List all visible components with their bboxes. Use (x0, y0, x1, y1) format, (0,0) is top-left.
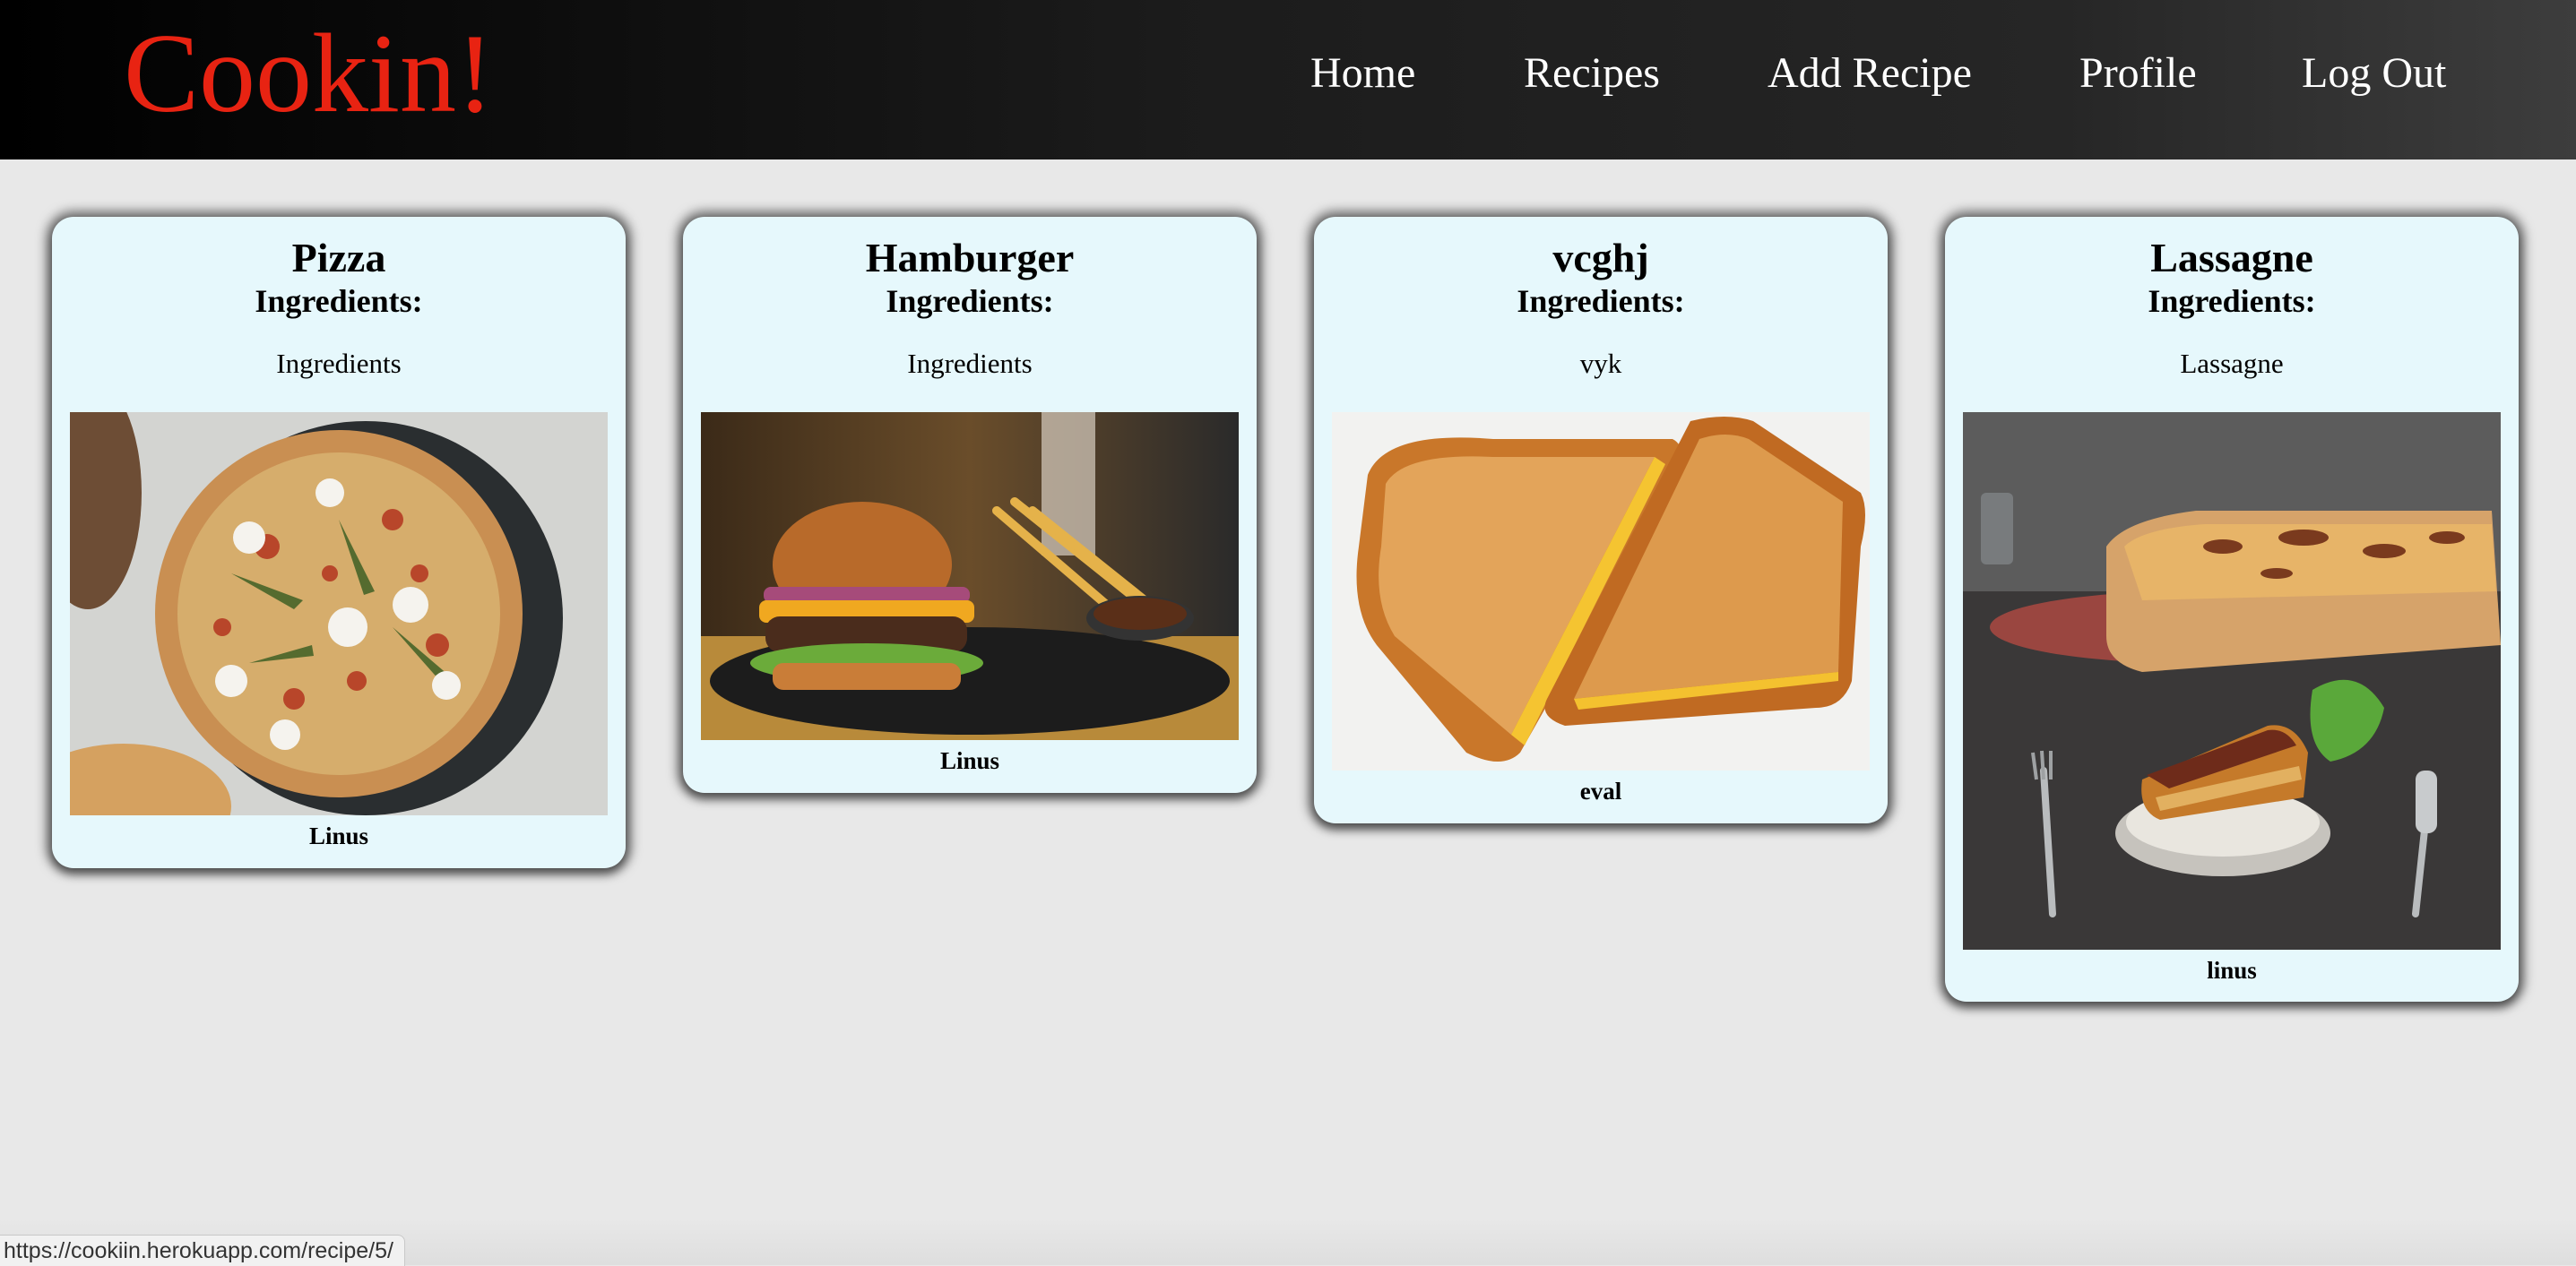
recipe-title: vcghj (1552, 235, 1649, 280)
grilled-cheese-photo[interactable] (1332, 412, 1870, 771)
ingredients-heading: Ingredients: (2148, 283, 2316, 319)
nav-home[interactable]: Home (1310, 47, 1415, 100)
lasagne-photo[interactable] (1963, 412, 2501, 950)
ingredients-heading: Ingredients: (886, 283, 1054, 319)
top-header: Cookin! Home Recipes Add Recipe Profile … (0, 0, 2576, 159)
hamburger-photo[interactable] (701, 412, 1239, 740)
ingredients-text: Lassagne (2180, 348, 2284, 379)
nav-recipes[interactable]: Recipes (1524, 47, 1660, 100)
ingredients-heading: Ingredients: (1517, 283, 1685, 319)
nav-add-recipe[interactable]: Add Recipe (1768, 47, 1972, 100)
recipe-title: Lassagne (2150, 235, 2313, 280)
recipe-card[interactable]: vcghj Ingredients: vyk eval (1314, 217, 1888, 823)
pizza-photo[interactable] (70, 412, 608, 815)
browser-status-url: https://cookiin.herokuapp.com/recipe/5/ (0, 1235, 405, 1266)
recipe-author: linus (2207, 957, 2257, 984)
recipe-title: Pizza (291, 235, 386, 280)
recipe-author: Linus (939, 747, 1000, 774)
recipe-title: Hamburger (865, 235, 1075, 280)
nav-log-out[interactable]: Log Out (2302, 47, 2446, 100)
recipe-card[interactable]: Lassagne Ingredients: Lassagne linus (1945, 217, 2519, 1002)
recipe-card[interactable]: Hamburger Ingredients: Ingredients Linus (683, 217, 1257, 793)
site-logo[interactable]: Cookin! (124, 7, 494, 142)
recipe-author: eval (1579, 778, 1622, 805)
ingredients-text: Ingredients (907, 348, 1033, 379)
nav-profile[interactable]: Profile (2079, 47, 2197, 100)
ingredients-text: Ingredients (276, 348, 402, 379)
recipe-card[interactable]: Pizza Ingredients: Ingredients Linus (52, 217, 626, 868)
recipe-author: Linus (308, 822, 369, 849)
ingredients-text: vyk (1579, 348, 1622, 379)
ingredients-heading: Ingredients: (255, 283, 423, 319)
